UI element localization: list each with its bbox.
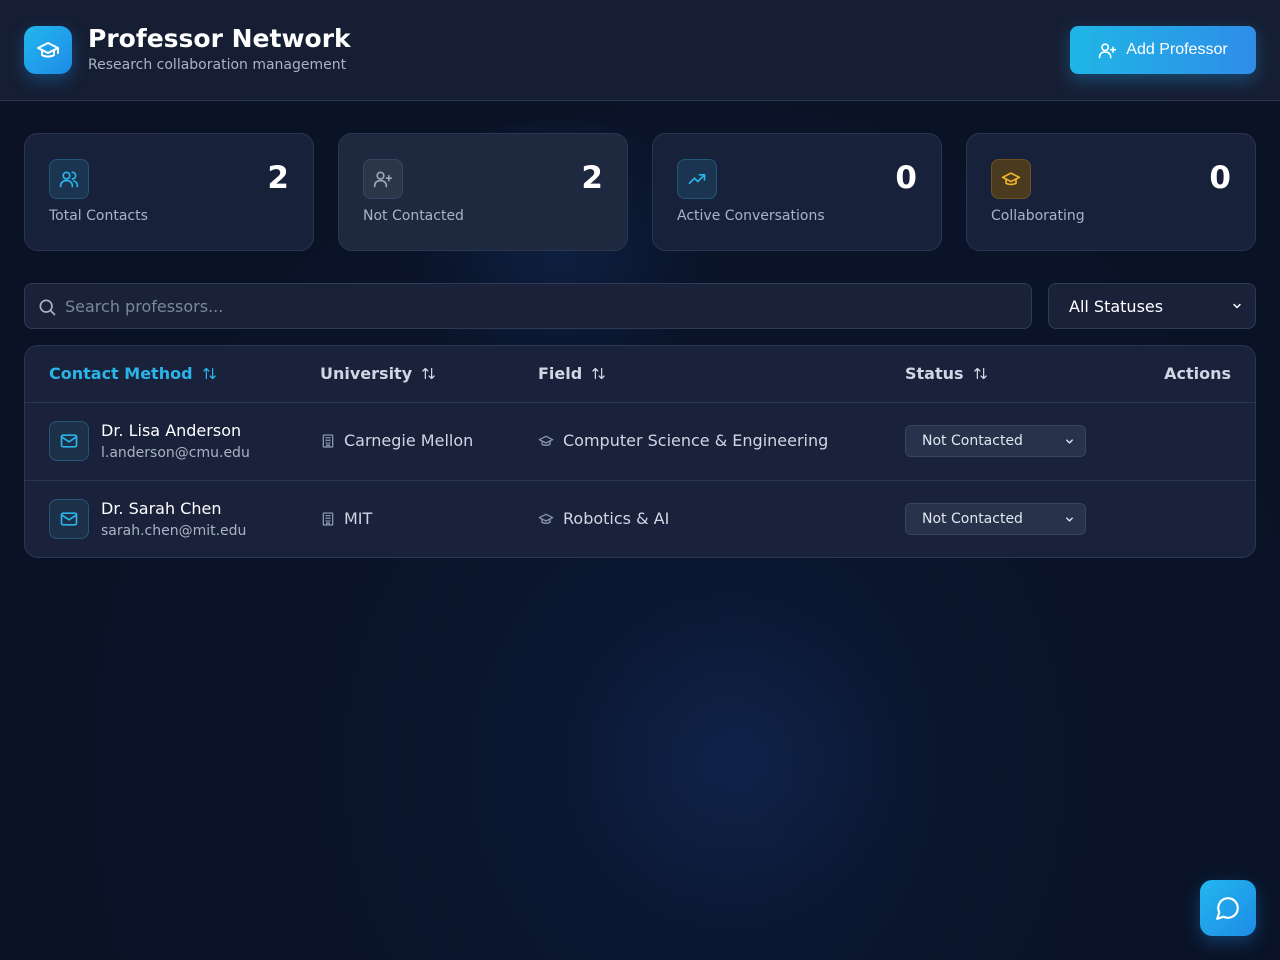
stat-value: 2 [267, 160, 289, 196]
app-title: Professor Network [88, 24, 351, 53]
status-value: Not Contacted [922, 433, 1023, 449]
add-professor-label: Add Professor [1126, 41, 1228, 58]
professor-name: Dr. Lisa Anderson [101, 421, 242, 440]
status-value: Not Contacted [922, 511, 1023, 527]
professor-university: MIT [320, 509, 372, 528]
users-icon [49, 159, 89, 199]
table-row[interactable]: Dr. Lisa Anderson l.anderson@cmu.edu Car… [25, 403, 1255, 480]
search-icon [39, 299, 56, 316]
column-label: Status [905, 364, 964, 383]
sort-icon [592, 367, 605, 380]
professor-name: Dr. Sarah Chen [101, 499, 222, 518]
building-icon [322, 511, 334, 526]
professors-table: Contact Method University Field Status A… [24, 345, 1256, 558]
stat-label: Total Contacts [49, 208, 148, 224]
column-label: University [320, 364, 413, 383]
graduation-cap-icon [538, 513, 554, 524]
table-header: Contact Method University Field Status A… [25, 346, 1255, 403]
university-label: Carnegie Mellon [344, 431, 474, 450]
column-actions: Actions [1164, 364, 1231, 383]
chat-bubble-icon [1216, 897, 1239, 920]
column-status[interactable]: Status [905, 364, 988, 383]
stat-value: 2 [581, 160, 603, 196]
professor-email: l.anderson@cmu.edu [101, 445, 250, 461]
add-professor-button[interactable]: Add Professor [1070, 26, 1256, 74]
stat-card-total-contacts: 2 Total Contacts [24, 133, 314, 251]
table-row[interactable]: Dr. Sarah Chen sarah.chen@mit.edu MIT Ro… [25, 480, 1255, 557]
column-contact-method[interactable]: Contact Method [49, 364, 217, 383]
column-label: Actions [1164, 364, 1231, 383]
field-label: Robotics & AI [563, 509, 670, 528]
university-label: MIT [344, 509, 373, 528]
graduation-cap-icon [538, 435, 554, 446]
chevron-down-icon [1066, 516, 1073, 522]
sort-icon [202, 367, 216, 380]
column-label: Contact Method [49, 364, 193, 383]
status-select[interactable]: Not Contacted [905, 503, 1086, 535]
stat-value: 0 [895, 160, 917, 196]
stat-label: Collaborating [991, 208, 1085, 224]
column-university[interactable]: University [320, 364, 436, 383]
professor-email: sarah.chen@mit.edu [101, 523, 247, 539]
app-header: Professor Network Research collaboration… [0, 0, 1280, 101]
stat-value: 0 [1209, 160, 1231, 196]
status-filter-value: All Statuses [1069, 296, 1164, 316]
search-input[interactable] [65, 284, 1015, 328]
field-label: Computer Science & Engineering [563, 431, 829, 450]
chat-button[interactable] [1200, 880, 1256, 936]
stat-label: Not Contacted [363, 208, 464, 224]
professor-university: Carnegie Mellon [320, 431, 473, 450]
stat-card-collaborating: 0 Collaborating [966, 133, 1256, 251]
search-box [24, 283, 1032, 329]
sort-icon [973, 367, 987, 380]
column-field[interactable]: Field [538, 364, 606, 383]
building-icon [322, 433, 334, 448]
app-subtitle: Research collaboration management [88, 57, 347, 73]
status-filter-select[interactable]: All Statuses [1048, 283, 1256, 329]
status-select[interactable]: Not Contacted [905, 425, 1086, 457]
sort-icon [422, 367, 435, 380]
professor-field: Robotics & AI [538, 509, 669, 528]
graduation-cap-icon [24, 26, 72, 74]
user-plus-icon [1099, 42, 1117, 58]
professor-field: Computer Science & Engineering [538, 431, 828, 450]
stat-label: Active Conversations [677, 208, 825, 224]
chevron-down-icon [1233, 303, 1241, 309]
trending-up-icon [677, 159, 717, 199]
mail-icon[interactable] [49, 421, 89, 461]
user-plus-icon [363, 159, 403, 199]
mail-icon[interactable] [49, 499, 89, 539]
stat-card-active-conversations: 0 Active Conversations [652, 133, 942, 251]
background-glow [560, 580, 920, 940]
stat-card-not-contacted: 2 Not Contacted [338, 133, 628, 251]
chevron-down-icon [1066, 438, 1073, 444]
column-label: Field [538, 364, 583, 383]
graduation-cap-icon [991, 159, 1031, 199]
